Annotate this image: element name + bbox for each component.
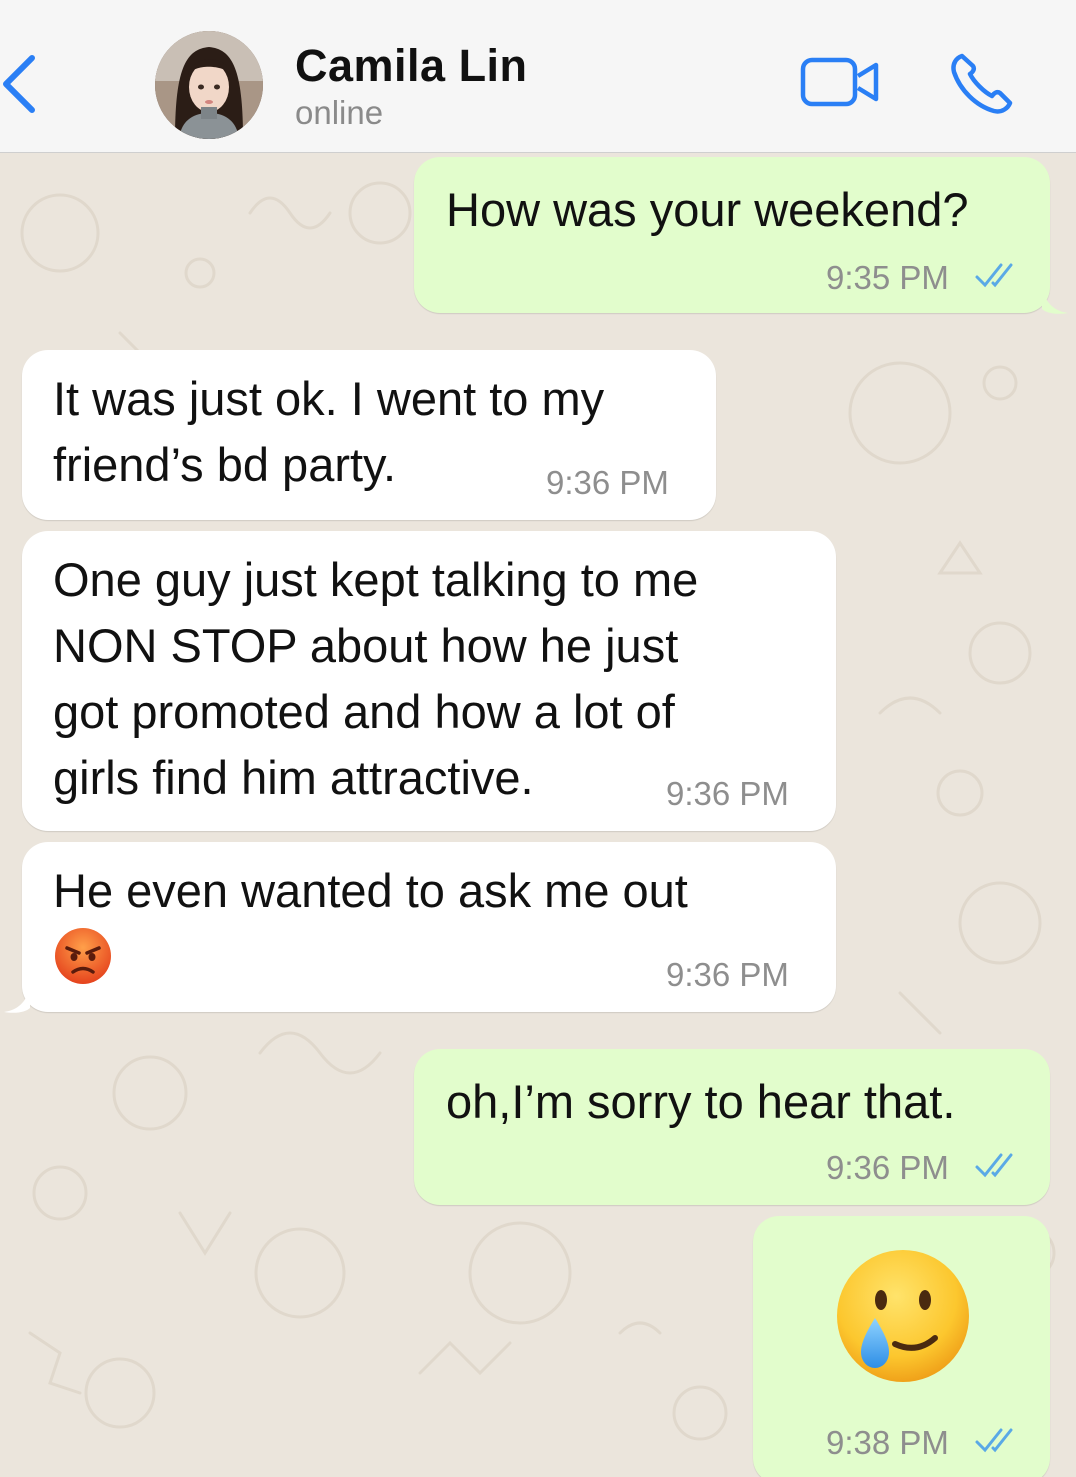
chevron-left-icon (3, 55, 35, 113)
message-text: It was just ok. I went to my friend’s bd… (53, 372, 605, 491)
chat-header: Camila Lin online (0, 0, 1076, 153)
message-time: 9:36 PM (666, 775, 789, 812)
message-bubble-incoming[interactable]: He even wanted to ask me out 9:36 PM (22, 842, 836, 1012)
phone-icon (951, 53, 1013, 114)
video-camera-icon (800, 57, 879, 107)
bubble-tail (4, 988, 30, 1013)
message-text: How was your weekend? (446, 183, 969, 236)
read-receipt-icon (975, 1428, 1013, 1453)
back-button[interactable] (0, 52, 40, 116)
message-text: oh,I’m sorry to hear that. (446, 1075, 956, 1128)
message-text: He even wanted to ask me out (53, 864, 688, 917)
avatar-photo (155, 31, 263, 139)
voice-call-button[interactable] (948, 52, 1016, 114)
message-time: 9:35 PM (826, 259, 949, 296)
message-bubble-outgoing[interactable]: How was your weekend? 9:35 PM (414, 157, 1050, 313)
message-text: One guy just kept talking to me NON STOP… (53, 553, 699, 804)
angry-face-emoji (55, 928, 111, 984)
read-receipt-icon (975, 263, 1013, 288)
message-bubble-incoming[interactable]: One guy just kept talking to me NON STOP… (22, 531, 836, 831)
message-bubble-incoming[interactable]: It was just ok. I went to my friend’s bd… (22, 350, 716, 520)
read-receipt-icon (975, 1153, 1013, 1178)
message-time: 9:38 PM (826, 1424, 949, 1461)
contact-status: online (295, 94, 384, 131)
video-call-button[interactable] (800, 56, 880, 108)
face-holding-back-tears-emoji (837, 1250, 969, 1382)
avatar[interactable] (155, 31, 263, 139)
contact-name[interactable]: Camila Lin (295, 40, 528, 92)
message-bubble-outgoing[interactable]: 9:38 PM (753, 1216, 1050, 1477)
message-time: 9:36 PM (546, 464, 669, 501)
bubble-tail (1042, 289, 1068, 314)
message-time: 9:36 PM (666, 956, 789, 993)
message-time: 9:36 PM (826, 1149, 949, 1186)
message-bubble-outgoing[interactable]: oh,I’m sorry to hear that. 9:36 PM (414, 1049, 1050, 1205)
chat-area[interactable]: How was your weekend? 9:35 PM It was jus… (0, 153, 1076, 1477)
